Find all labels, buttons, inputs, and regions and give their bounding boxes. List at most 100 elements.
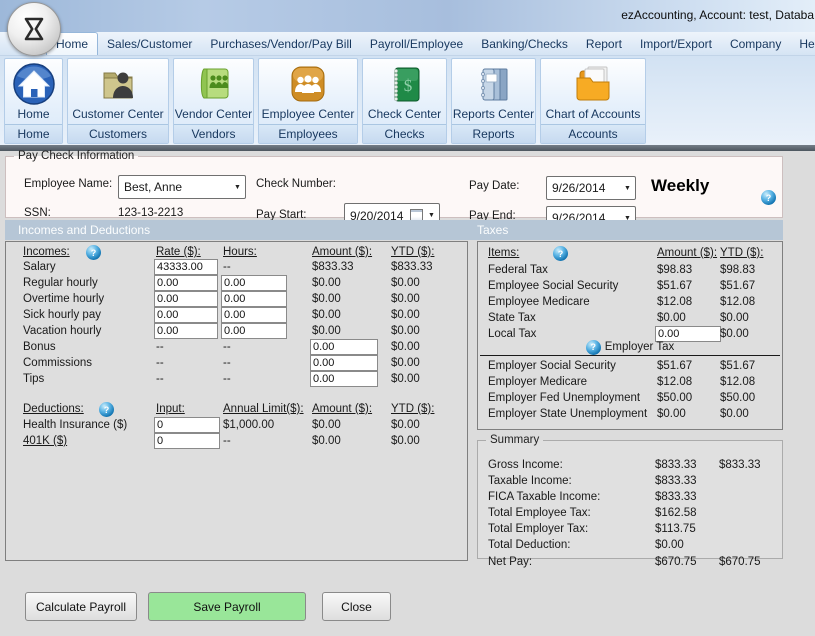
tax-row-label-employee-medicare: Employee Medicare	[488, 296, 590, 308]
summary-value-fica-taxable-income: $833.33	[655, 491, 697, 503]
help-icon[interactable]: ?	[99, 402, 114, 417]
federal-tax-ytd-value: $98.83	[720, 264, 755, 276]
chevron-down-icon: ▼	[620, 185, 635, 192]
rate-header: Rate ($):	[156, 246, 201, 258]
tab-report[interactable]: Report	[577, 33, 631, 55]
employer-medicare-amount-value: $12.08	[657, 376, 692, 388]
toolbar: HomeHome Customer Center Customers Vendor C…	[0, 56, 815, 145]
tips-amount-input[interactable]	[310, 371, 378, 387]
regular-hourly-ytd-value: $0.00	[391, 277, 420, 289]
toolbar-sublabel-checks[interactable]: Checks	[363, 124, 446, 143]
summary-label-total-employer-tax: Total Employer Tax:	[488, 523, 588, 535]
commissions-amount-input[interactable]	[310, 355, 378, 371]
salary-rate-input[interactable]	[154, 259, 218, 275]
tab-company[interactable]: Company	[721, 33, 790, 55]
ytd-header: YTD ($):	[391, 246, 434, 258]
tips-rate-value: --	[156, 373, 164, 385]
employer-tax-divider: ?Employer Tax	[480, 339, 780, 356]
employer-social-security-amount-value: $51.67	[657, 360, 692, 372]
toolbar-label: Check Center	[368, 107, 441, 121]
deduction-amount-header: Amount ($):	[312, 403, 372, 415]
salary-ytd-value: $833.33	[391, 261, 433, 273]
tab-purchases-vendor-pay-bill[interactable]: Purchases/Vendor/Pay Bill	[201, 33, 360, 55]
app-window: ezAccounting, Account: test, Databa Home…	[0, 0, 815, 636]
calculate-payroll-button[interactable]: Calculate Payroll	[25, 592, 137, 621]
toolbar-sublabel-home[interactable]: Home	[5, 124, 62, 143]
tab-payroll-employee[interactable]: Payroll/Employee	[361, 33, 472, 55]
employee-medicare-ytd-value: $12.08	[720, 296, 755, 308]
bonus-amount-input[interactable]	[310, 339, 378, 355]
employee-social-security-amount-value: $51.67	[657, 280, 692, 292]
save-payroll-button[interactable]: Save Payroll	[148, 592, 306, 621]
close-button[interactable]: Close	[322, 592, 391, 621]
toolbar-chart-of-accounts[interactable]: Chart of AccountsAccounts	[540, 58, 646, 144]
state-tax-amount-value: $0.00	[657, 312, 686, 324]
401k-ytd-value: $0.00	[391, 435, 420, 447]
toolbar-vendor-center[interactable]: Vendor CenterVendors	[173, 58, 254, 144]
tax-amount-header: Amount ($):	[657, 247, 717, 259]
vacation-hourly-hours-input[interactable]	[221, 323, 287, 339]
regular-hourly-rate-input[interactable]	[154, 275, 218, 291]
annual-limit-header: Annual Limit($):	[223, 403, 304, 415]
chevron-down-icon: ▼	[424, 212, 439, 219]
sick-hourly-pay-rate-input[interactable]	[154, 307, 218, 323]
toolbar-home[interactable]: HomeHome	[4, 58, 63, 144]
bonus-ytd-value: $0.00	[391, 341, 420, 353]
bonus-rate-value: --	[156, 341, 164, 353]
toolbar-sublabel-customers[interactable]: Customers	[68, 124, 168, 143]
tax-row-label-employer-social-security: Employer Social Security	[488, 360, 616, 372]
income-row-label-overtime-hourly: Overtime hourly	[23, 293, 104, 305]
income-row-label-bonus: Bonus	[23, 341, 56, 353]
summary-value-net-pay: $670.75	[655, 556, 697, 568]
commissions-rate-value: --	[156, 357, 164, 369]
help-icon[interactable]: ?	[761, 190, 776, 205]
tab-help[interactable]: Help	[790, 33, 815, 55]
summary-label-total-deduction: Total Deduction:	[488, 539, 570, 551]
health-insurance-input[interactable]	[154, 417, 220, 433]
toolbar-reports-center[interactable]: Reports Center Reports	[451, 58, 536, 144]
summary-value-total-employer-tax: $113.75	[655, 523, 696, 535]
employer-fed-unemployment-amount-value: $50.00	[657, 392, 692, 404]
toolbar-check-center[interactable]: $ Check Center Checks	[362, 58, 447, 144]
toolbar-customer-center[interactable]: Customer Center Customers	[67, 58, 169, 144]
401k-amount-value: $0.00	[312, 435, 341, 447]
vacation-hourly-rate-input[interactable]	[154, 323, 218, 339]
sick-hourly-pay-amount-value: $0.00	[312, 309, 341, 321]
toolbar-sublabel-employees[interactable]: Employees	[259, 124, 357, 143]
toolbar-label: Reports Center	[453, 107, 534, 121]
overtime-hourly-ytd-value: $0.00	[391, 293, 420, 305]
toolbar-sublabel-vendors[interactable]: Vendors	[174, 124, 253, 143]
toolbar-employee-center[interactable]: Employee CenterEmployees	[258, 58, 358, 144]
toolbar-label: Customer Center	[72, 107, 163, 121]
summary-label-net-pay: Net Pay:	[488, 556, 532, 568]
tab-banking-checks[interactable]: Banking/Checks	[472, 33, 577, 55]
overtime-hourly-hours-input[interactable]	[221, 291, 287, 307]
svg-text:$: $	[403, 76, 412, 95]
incomes-deductions-section-title: Incomes and Deductions	[18, 223, 150, 237]
deductions-header: Deductions:	[23, 403, 84, 415]
taxes-section-title: Taxes	[477, 223, 508, 237]
tab-import-export[interactable]: Import/Export	[631, 33, 721, 55]
pay-date-select[interactable]: 9/26/2014 ▼	[546, 176, 636, 200]
summary-ytd-net-pay: $670.75	[719, 556, 761, 568]
employee-name-label: Employee Name:	[24, 178, 112, 190]
sick-hourly-pay-hours-input[interactable]	[221, 307, 287, 323]
vacation-hourly-ytd-value: $0.00	[391, 325, 420, 337]
section-band: Incomes and Deductions Taxes	[5, 220, 783, 240]
summary-label-taxable-income: Taxable Income:	[488, 475, 572, 487]
regular-hourly-hours-input[interactable]	[221, 275, 287, 291]
toolbar-sublabel-accounts[interactable]: Accounts	[541, 124, 645, 143]
toolbar-sublabel-reports[interactable]: Reports	[452, 124, 535, 143]
401k-input[interactable]	[154, 433, 220, 449]
401k-limit-value: --	[223, 435, 231, 447]
help-icon[interactable]: ?	[553, 246, 568, 261]
pay-date-value: 9/26/2014	[547, 181, 620, 195]
help-icon[interactable]: ?	[86, 245, 101, 260]
help-icon[interactable]: ?	[586, 340, 601, 355]
hours-header: Hours:	[223, 246, 257, 258]
employee-name-select[interactable]: Best, Anne ▼	[118, 175, 246, 199]
overtime-hourly-rate-input[interactable]	[154, 291, 218, 307]
bonus-hours-value: --	[223, 341, 231, 353]
app-logo-icon[interactable]	[7, 2, 61, 56]
tab-sales-customer[interactable]: Sales/Customer	[98, 33, 201, 55]
